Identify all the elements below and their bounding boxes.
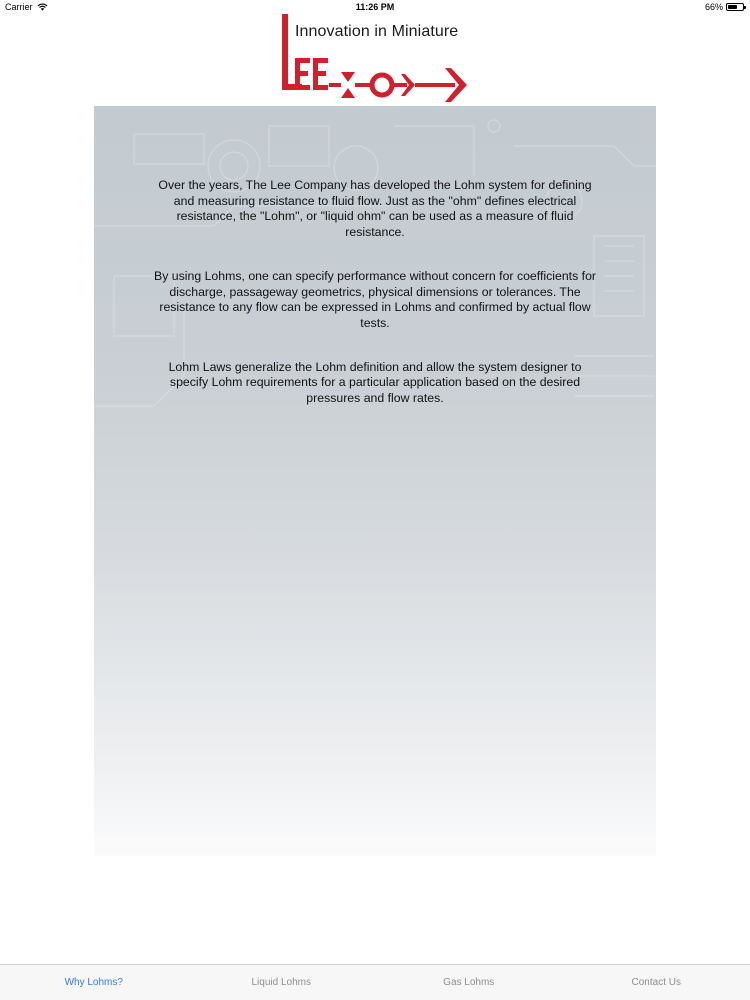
status-right: 66% — [704, 2, 746, 12]
tab-bar: Why Lohms? Liquid Lohms Gas Lohms Contac… — [0, 964, 750, 1000]
tab-why-lohms[interactable]: Why Lohms? — [0, 965, 188, 1000]
battery-fill — [728, 5, 738, 9]
tab-gas-lohms[interactable]: Gas Lohms — [375, 965, 563, 1000]
paragraph-lohm-laws: Lohm Laws generalize the Lohm definition… — [168, 359, 582, 406]
clock: 11:26 PM — [355, 2, 395, 12]
battery-percent: 66% — [704, 2, 723, 12]
paragraph-lohm-system: Over the years, The Lee Company has deve… — [158, 178, 592, 240]
logo-tagline: Innovation in Miniature — [295, 23, 459, 40]
content-panel: Over the years, The Lee Company has deve… — [94, 106, 656, 856]
tab-contact-us[interactable]: Contact Us — [563, 965, 750, 1000]
lee-logo: Innovation in Miniature — [279, 12, 474, 104]
paragraph-using-lohms: By using Lohms, one can specify performa… — [154, 268, 597, 330]
tab-liquid-lohms[interactable]: Liquid Lohms — [188, 965, 376, 1000]
battery-icon — [726, 3, 746, 11]
lohm-description: Over the years, The Lee Company has deve… — [154, 178, 596, 435]
